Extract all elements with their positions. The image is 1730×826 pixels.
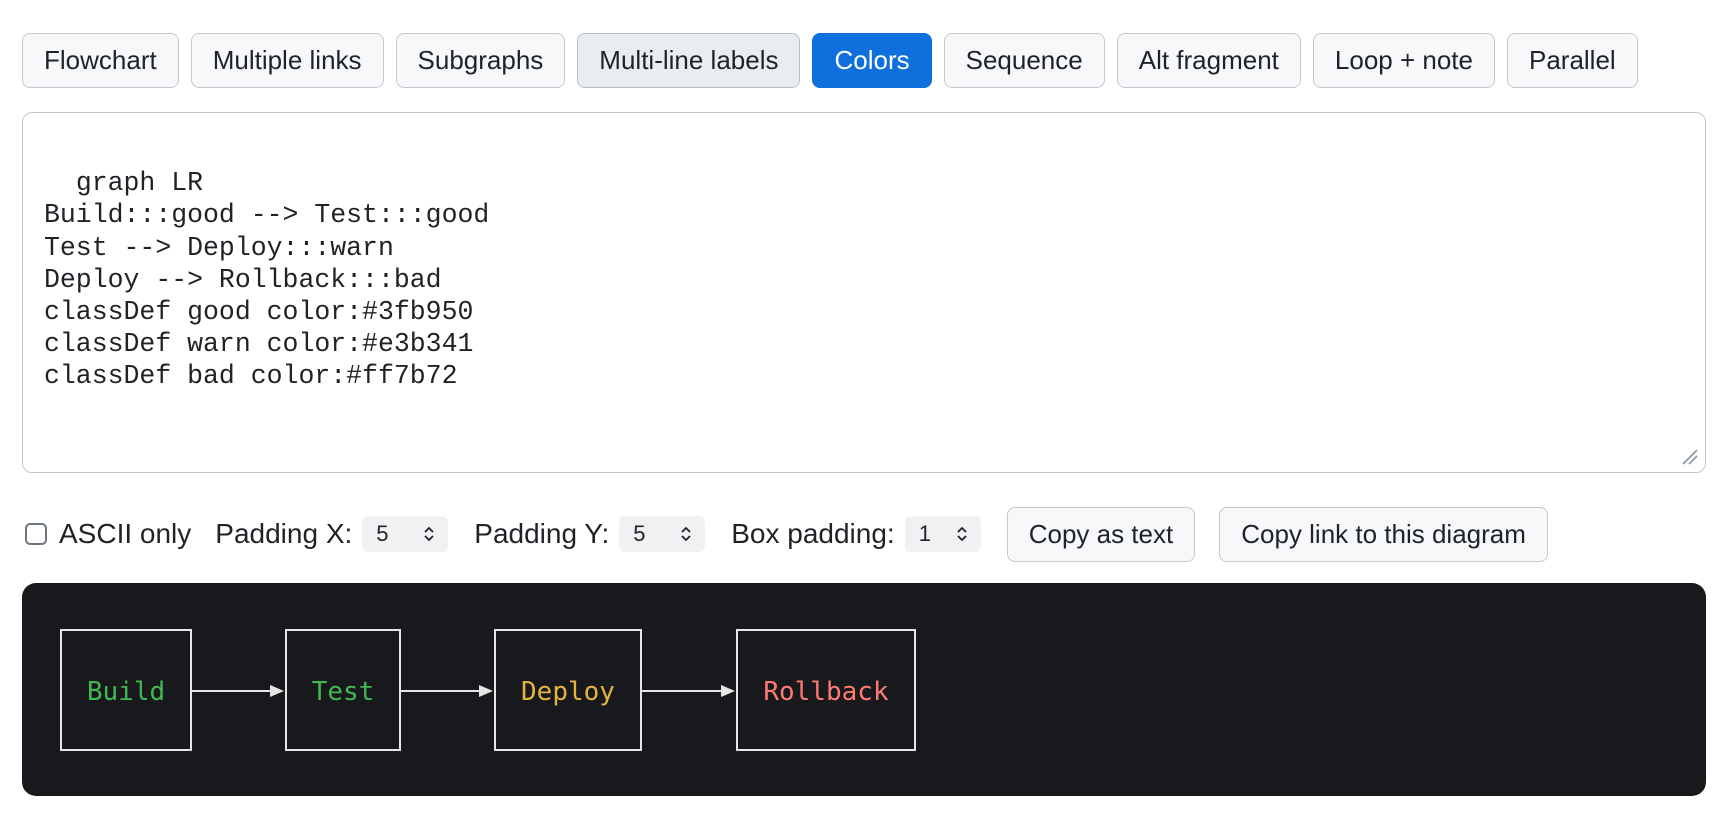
- ascii-only-checkbox[interactable]: [25, 523, 47, 545]
- ascii-only-label: ASCII only: [59, 518, 192, 549]
- diagram-output: Build Test Deploy Rollback: [22, 583, 1706, 796]
- example-tabs: Flowchart Multiple links Subgraphs Multi…: [22, 33, 1638, 88]
- box-padding-label: Box padding:: [731, 518, 895, 549]
- arrow-connector: [191, 685, 284, 697]
- node-label: Build: [87, 677, 165, 707]
- options-row: ASCII only Padding X: 5 Padding Y: 5 Box…: [25, 506, 1548, 562]
- arrow-connector: [641, 685, 735, 697]
- tab-subgraphs[interactable]: Subgraphs: [395, 33, 566, 88]
- node-label: Rollback: [763, 677, 889, 707]
- copy-as-text-button[interactable]: Copy as text: [1006, 506, 1196, 562]
- tab-parallel[interactable]: Parallel: [1506, 33, 1638, 88]
- copy-link-button[interactable]: Copy link to this diagram: [1219, 506, 1548, 562]
- tab-loop-note[interactable]: Loop + note: [1312, 33, 1495, 88]
- diagram-source-editor[interactable]: graph LR Build:::good --> Test:::good Te…: [22, 112, 1706, 473]
- padding-y-label: Padding Y:: [474, 518, 610, 549]
- resize-grip-icon[interactable]: [1679, 446, 1699, 466]
- node-label: Test: [312, 677, 375, 707]
- tab-multiple-links[interactable]: Multiple links: [190, 33, 384, 88]
- tab-multi-line-labels[interactable]: Multi-line labels: [577, 33, 801, 88]
- diagram-node-rollback: Rollback: [736, 629, 916, 751]
- padding-x-stepper[interactable]: 5: [362, 516, 449, 552]
- box-padding-value: 1: [918, 521, 931, 546]
- padding-x-label: Padding X:: [215, 518, 353, 549]
- editor-text[interactable]: graph LR Build:::good --> Test:::good Te…: [44, 168, 489, 391]
- tab-flowchart[interactable]: Flowchart: [22, 33, 179, 88]
- diagram-node-deploy: Deploy: [494, 629, 642, 751]
- stepper-arrows-icon: [957, 526, 967, 542]
- padding-y-value: 5: [633, 521, 646, 546]
- diagram-node-test: Test: [285, 629, 401, 751]
- tab-alt-fragment[interactable]: Alt fragment: [1116, 33, 1301, 88]
- diagram-canvas: Build Test Deploy Rollback: [60, 629, 916, 751]
- tab-sequence[interactable]: Sequence: [943, 33, 1105, 88]
- stepper-arrows-icon: [424, 526, 434, 542]
- box-padding-stepper[interactable]: 1: [904, 516, 981, 552]
- padding-y-stepper[interactable]: 5: [619, 516, 706, 552]
- diagram-node-build: Build: [60, 629, 192, 751]
- arrow-connector: [400, 685, 493, 697]
- padding-x-value: 5: [376, 521, 389, 546]
- tab-colors[interactable]: Colors: [812, 33, 932, 88]
- node-label: Deploy: [521, 677, 615, 707]
- stepper-arrows-icon: [681, 526, 691, 542]
